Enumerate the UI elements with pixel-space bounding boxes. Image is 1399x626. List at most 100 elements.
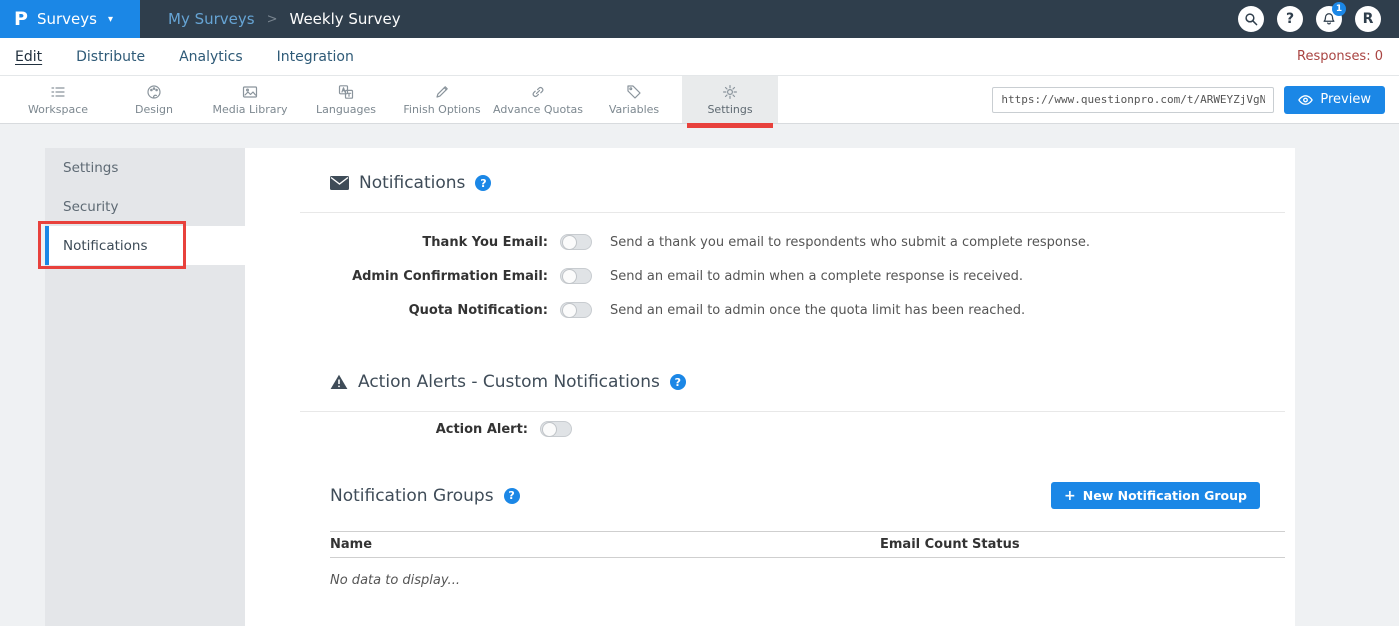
- preview-button-label: Preview: [1320, 92, 1371, 107]
- tab-integration[interactable]: Integration: [277, 49, 354, 65]
- toolbar-item-label: Settings: [707, 103, 752, 116]
- admin-confirmation-email-row: Admin Confirmation Email: Send an email …: [300, 259, 1285, 293]
- row-label: Admin Confirmation Email:: [300, 269, 548, 284]
- settings-page: Settings Security Notifications Notifica…: [0, 124, 1399, 626]
- row-description: Send an email to admin once the quota li…: [610, 303, 1025, 318]
- envelope-icon: [330, 176, 349, 190]
- table-empty-message: No data to display...: [330, 573, 1285, 588]
- right-gutter: [1295, 148, 1399, 626]
- help-icon[interactable]: ?: [504, 488, 520, 504]
- row-label: Thank You Email:: [300, 235, 548, 250]
- help-icon[interactable]: ?: [670, 374, 686, 390]
- tab-analytics[interactable]: Analytics: [179, 49, 243, 65]
- notification-groups-table: Name Email Count Status No data to displ…: [330, 531, 1285, 588]
- divider: [300, 212, 1285, 213]
- thank-you-email-toggle[interactable]: [560, 234, 592, 250]
- notifications-heading: Notifications ?: [330, 170, 1285, 196]
- toolbar-item-variables[interactable]: Variables: [586, 76, 682, 123]
- warning-triangle-icon: [330, 374, 348, 390]
- help-icon[interactable]: ?: [475, 175, 491, 191]
- sidebar-item-settings[interactable]: Settings: [45, 148, 245, 187]
- tab-distribute[interactable]: Distribute: [76, 49, 145, 65]
- toolbar-item-settings[interactable]: Settings: [682, 76, 778, 123]
- search-icon: [1244, 12, 1258, 26]
- brand-surveys-menu[interactable]: P Surveys ▾: [0, 0, 140, 38]
- toolbar-item-label: Variables: [609, 103, 659, 116]
- image-icon: [242, 84, 258, 100]
- avatar-initial: R: [1363, 11, 1374, 27]
- quota-notification-toggle[interactable]: [560, 302, 592, 318]
- tab-edit[interactable]: Edit: [15, 49, 42, 65]
- toolbar-item-advance-quotas[interactable]: Advance Quotas: [490, 76, 586, 123]
- plus-icon: +: [1064, 488, 1076, 504]
- row-label: Action Alert:: [300, 422, 528, 437]
- palette-icon: [146, 84, 162, 100]
- sidebar-item-label: Notifications: [63, 238, 148, 254]
- toolbar-item-label: Design: [135, 103, 173, 116]
- quota-notification-row: Quota Notification: Send an email to adm…: [300, 293, 1285, 327]
- section-title: Notifications: [359, 173, 465, 193]
- toolbar-item-label: Media Library: [213, 103, 288, 116]
- toolbar-item-languages[interactable]: Languages: [298, 76, 394, 123]
- workspace-icon: [50, 84, 66, 100]
- notification-groups-header: Notification Groups ? + New Notification…: [300, 482, 1285, 509]
- action-alert-row: Action Alert:: [300, 412, 1285, 446]
- questionpro-logo-icon: P: [14, 10, 28, 29]
- toolbar-item-label: Finish Options: [403, 103, 480, 116]
- preview-button[interactable]: Preview: [1284, 86, 1385, 114]
- notifications-panel: Notifications ? Thank You Email: Send a …: [245, 148, 1295, 626]
- action-alerts-section: Action Alerts - Custom Notifications ? A…: [300, 369, 1285, 446]
- help-button[interactable]: ?: [1277, 6, 1303, 32]
- notification-groups-heading: Notification Groups ?: [330, 483, 520, 509]
- search-button[interactable]: [1238, 6, 1264, 32]
- section-title: Notification Groups: [330, 486, 494, 506]
- responses-count[interactable]: Responses: 0: [1297, 49, 1399, 64]
- brand-label: Surveys: [37, 10, 97, 28]
- topbar-actions: ? 1 R: [1238, 6, 1399, 32]
- languages-icon: [338, 84, 354, 100]
- new-notification-group-button[interactable]: + New Notification Group: [1051, 482, 1260, 509]
- breadcrumb-separator: >: [267, 12, 278, 27]
- sidebar-item-label: Settings: [63, 160, 118, 176]
- notification-badge: 1: [1332, 2, 1346, 16]
- breadcrumb-my-surveys[interactable]: My Surveys: [168, 10, 255, 28]
- edit-toolbar: Workspace Design Media Library Languages…: [0, 76, 1399, 124]
- notification-groups-section: Notification Groups ? + New Notification…: [300, 482, 1285, 588]
- column-header-email-count: Email Count: [880, 537, 972, 552]
- survey-url-input[interactable]: [992, 87, 1274, 113]
- sidebar-item-notifications[interactable]: Notifications: [45, 226, 245, 265]
- toolbar-item-finish-options[interactable]: Finish Options: [394, 76, 490, 123]
- sidebar-item-security[interactable]: Security: [45, 187, 245, 226]
- admin-confirmation-email-toggle[interactable]: [560, 268, 592, 284]
- eye-icon: [1298, 94, 1313, 106]
- action-alerts-heading: Action Alerts - Custom Notifications ?: [330, 369, 1285, 395]
- notification-toggle-rows: Thank You Email: Send a thank you email …: [300, 225, 1285, 327]
- row-description: Send a thank you email to respondents wh…: [610, 235, 1090, 250]
- tag-icon: [626, 84, 642, 100]
- pencil-icon: [434, 84, 450, 100]
- user-avatar[interactable]: R: [1355, 6, 1381, 32]
- toolbar-item-label: Languages: [316, 103, 376, 116]
- toolbar-item-design[interactable]: Design: [106, 76, 202, 123]
- breadcrumb: My Surveys > Weekly Survey: [168, 10, 401, 28]
- table-header-row: Name Email Count Status: [330, 531, 1285, 558]
- settings-sidebar: Settings Security Notifications: [45, 148, 245, 626]
- sidebar-item-label: Security: [63, 199, 118, 215]
- survey-nav-tabs: Edit Distribute Analytics Integration Re…: [0, 38, 1399, 76]
- section-title: Action Alerts - Custom Notifications: [358, 372, 660, 392]
- column-header-name: Name: [330, 537, 880, 552]
- notifications-section: Notifications ? Thank You Email: Send a …: [300, 170, 1285, 327]
- new-group-button-label: New Notification Group: [1083, 488, 1247, 503]
- link-icon: [530, 84, 546, 100]
- toolbar-item-label: Workspace: [28, 103, 88, 116]
- action-alert-toggle[interactable]: [540, 421, 572, 437]
- row-description: Send an email to admin when a complete r…: [610, 269, 1023, 284]
- notifications-bell-button[interactable]: 1: [1316, 6, 1342, 32]
- chevron-down-icon: ▾: [108, 14, 113, 25]
- column-header-status: Status: [972, 537, 1285, 552]
- toolbar-item-media-library[interactable]: Media Library: [202, 76, 298, 123]
- row-label: Quota Notification:: [300, 303, 548, 318]
- breadcrumb-current-survey: Weekly Survey: [290, 10, 401, 28]
- thank-you-email-row: Thank You Email: Send a thank you email …: [300, 225, 1285, 259]
- toolbar-item-workspace[interactable]: Workspace: [10, 76, 106, 123]
